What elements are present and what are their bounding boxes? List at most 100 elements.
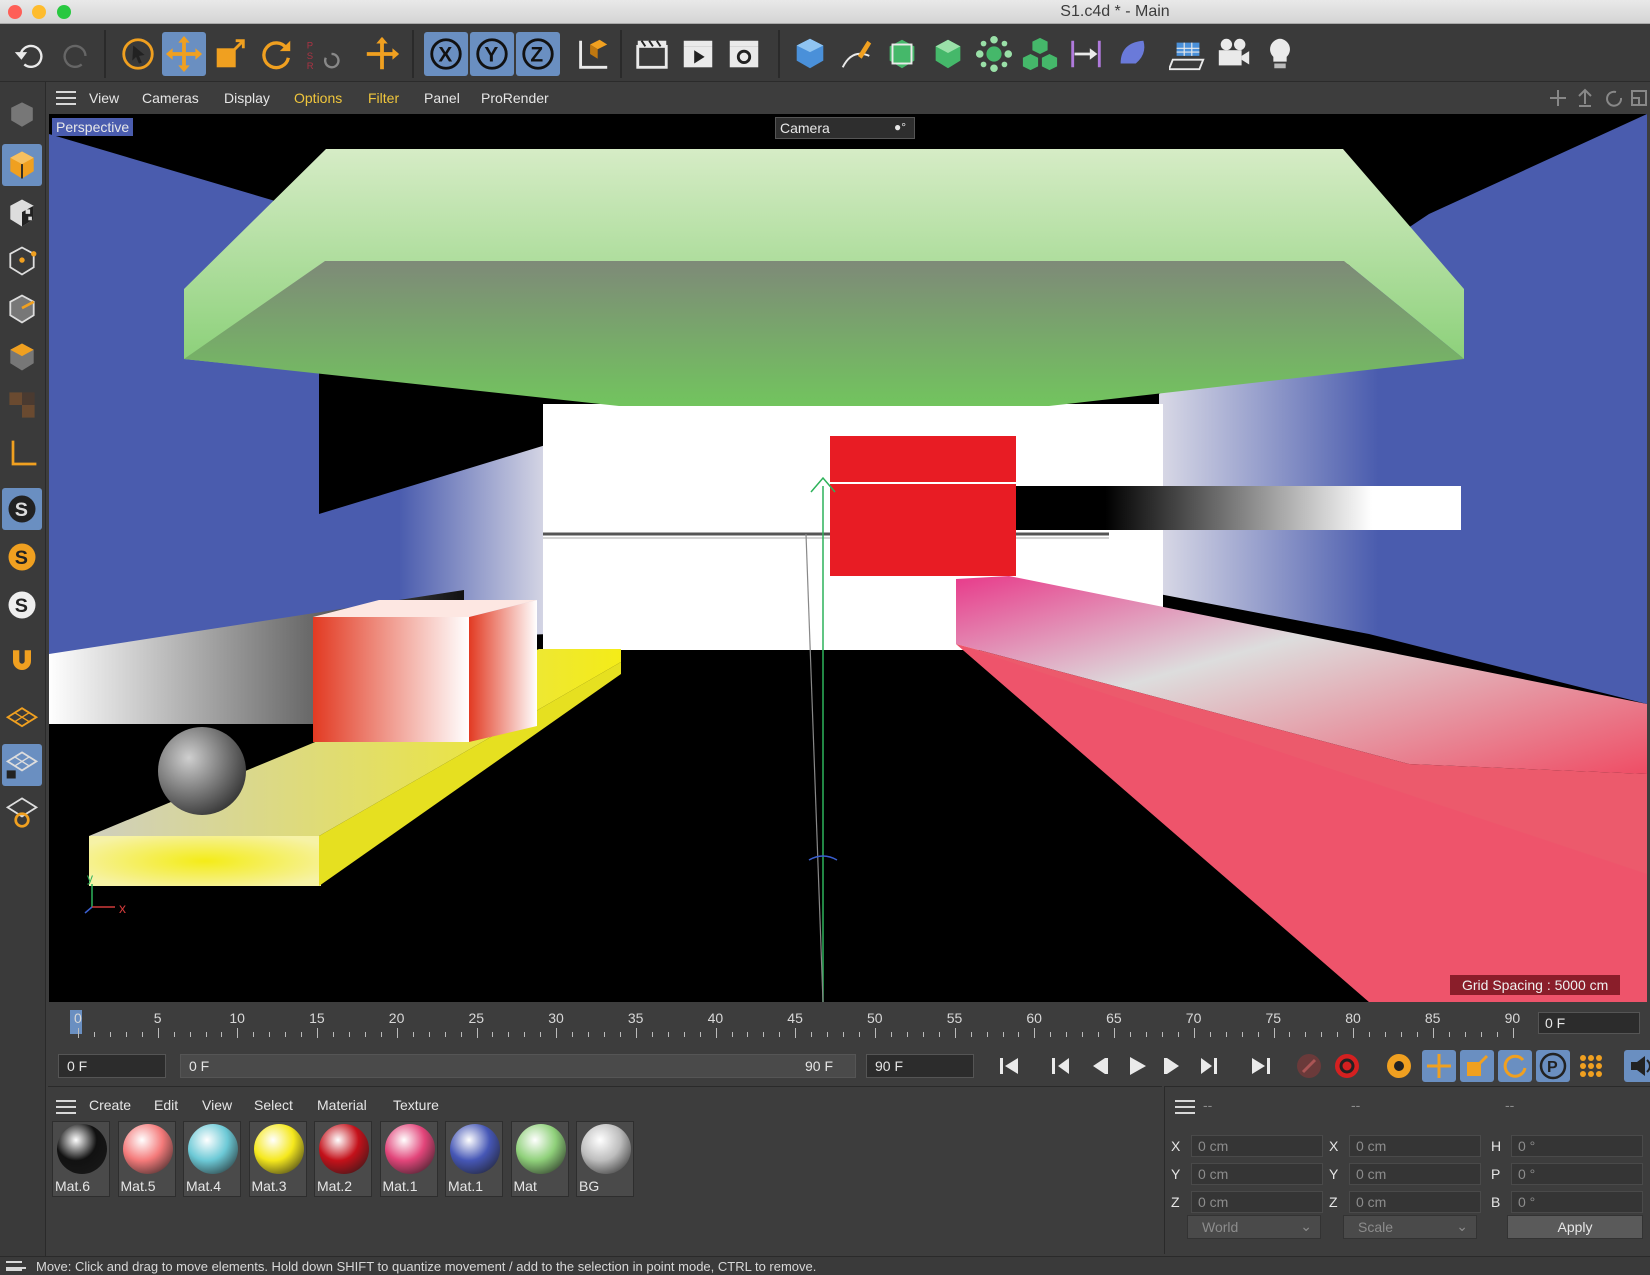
menu-options[interactable]: Options (294, 90, 342, 106)
menu-view[interactable]: View (89, 90, 119, 106)
end-frame-field[interactable]: 90 F (866, 1054, 974, 1078)
floor-icon[interactable] (1166, 32, 1210, 76)
view-mode-label[interactable]: Perspective (52, 118, 134, 136)
size-mode-dropdown[interactable]: Scale ⌄ (1343, 1215, 1477, 1239)
light-icon[interactable] (1258, 32, 1302, 76)
menu-display[interactable]: Display (224, 90, 270, 106)
coordinate-value-field[interactable]: 0 ° (1511, 1135, 1643, 1157)
render-region-icon[interactable] (630, 32, 674, 76)
apply-button[interactable]: Apply (1507, 1215, 1643, 1239)
snap-icon[interactable]: S (2, 488, 42, 530)
sound-icon[interactable] (1624, 1050, 1650, 1082)
menu-view-mat[interactable]: View (202, 1097, 232, 1113)
record-scale-icon[interactable] (1460, 1050, 1494, 1082)
coordinate-value-field[interactable]: 0 cm (1191, 1163, 1323, 1185)
record-parameter-icon[interactable]: P (1536, 1050, 1570, 1082)
z-axis-lock-button[interactable]: Z (516, 32, 560, 76)
edges-mode-icon[interactable] (2, 288, 42, 330)
material-swatch[interactable]: Mat (510, 1121, 569, 1197)
start-frame-field[interactable]: 0 F (58, 1054, 166, 1078)
coordinate-value-field[interactable]: 0 cm (1191, 1191, 1323, 1213)
uv-mode-icon[interactable] (2, 384, 42, 426)
autokey-icon[interactable] (1330, 1050, 1364, 1082)
polygons-mode-icon[interactable] (2, 336, 42, 378)
snap-settings-icon[interactable]: S (2, 536, 42, 578)
material-swatch[interactable]: Mat.3 (248, 1121, 307, 1197)
record-rotation-icon[interactable] (1498, 1050, 1532, 1082)
menu-texture[interactable]: Texture (393, 1097, 439, 1113)
menu-create[interactable]: Create (89, 1097, 131, 1113)
menu-cameras[interactable]: Cameras (142, 90, 199, 106)
menu-filter[interactable]: Filter (368, 90, 399, 106)
frame-range-slider[interactable]: 0 F 90 F (180, 1054, 856, 1078)
texture-mode-icon[interactable] (2, 192, 42, 234)
coordinate-value-field[interactable]: 0 ° (1511, 1163, 1643, 1185)
subdivision-icon[interactable] (880, 32, 924, 76)
coordinate-system-icon[interactable] (570, 32, 614, 76)
rotate-icon[interactable] (254, 32, 298, 76)
magnet-icon[interactable] (2, 640, 42, 682)
status-menu-icon[interactable] (6, 1261, 26, 1271)
material-swatch[interactable]: Mat.1 (445, 1121, 503, 1197)
coordinate-value-field[interactable]: 0 cm (1191, 1135, 1323, 1157)
psr-icon[interactable]: PSR (300, 32, 344, 76)
next-key-icon[interactable] (1192, 1050, 1226, 1082)
pen-icon[interactable] (834, 32, 878, 76)
current-frame-field[interactable]: 0 F (1538, 1012, 1640, 1034)
world-axis-icon[interactable] (360, 32, 404, 76)
play-icon[interactable] (1120, 1050, 1154, 1082)
undo-icon[interactable] (8, 32, 52, 76)
mograph-icon[interactable] (972, 32, 1016, 76)
next-frame-icon[interactable] (1156, 1050, 1190, 1082)
menu-select[interactable]: Select (254, 1097, 293, 1113)
material-swatch[interactable]: Mat.5 (117, 1121, 176, 1197)
camera-selector[interactable]: Camera ●° (775, 117, 915, 139)
field-icon[interactable] (1110, 32, 1154, 76)
viewport-menu-icon[interactable] (56, 91, 76, 105)
go-to-end-icon[interactable] (1244, 1050, 1278, 1082)
extrude-icon[interactable] (926, 32, 970, 76)
live-selection-icon[interactable] (116, 32, 160, 76)
x-axis-lock-button[interactable]: X (424, 32, 468, 76)
workplane-icon[interactable] (2, 698, 42, 740)
menu-material[interactable]: Material (317, 1097, 367, 1113)
scale-icon[interactable] (208, 32, 252, 76)
record-active-icon[interactable] (1292, 1050, 1326, 1082)
coordinate-value-field[interactable]: 0 cm (1349, 1135, 1481, 1157)
material-swatch[interactable]: Mat.1 (379, 1121, 438, 1197)
menu-panel[interactable]: Panel (424, 90, 460, 106)
make-editable-icon[interactable] (2, 94, 42, 136)
render-settings-icon[interactable] (722, 32, 766, 76)
render-view-icon[interactable] (676, 32, 720, 76)
move-icon[interactable] (162, 32, 206, 76)
previous-key-icon[interactable] (1044, 1050, 1078, 1082)
quantize-icon[interactable]: S (2, 584, 42, 626)
camera-link-icon[interactable]: ●° (894, 120, 906, 134)
menu-prorender[interactable]: ProRender (481, 90, 549, 106)
spline-icon[interactable] (1064, 32, 1108, 76)
coordinate-value-field[interactable]: 0 ° (1511, 1191, 1643, 1213)
coordinates-menu-icon[interactable] (1175, 1100, 1195, 1114)
locked-workplane-icon[interactable] (2, 744, 42, 786)
points-mode-icon[interactable] (2, 240, 42, 282)
coordinate-value-field[interactable]: 0 cm (1349, 1191, 1481, 1213)
redo-icon[interactable] (54, 32, 98, 76)
coordinate-space-dropdown[interactable]: World ⌄ (1187, 1215, 1321, 1239)
axis-mode-icon[interactable] (2, 434, 42, 476)
material-swatch[interactable]: Mat.2 (314, 1121, 372, 1197)
timeline-ruler[interactable]: 0 5 10 15 20 25 30 35 40 45 50 55 60 65 70 75 80 85 90 (48, 1004, 1650, 1044)
material-swatch[interactable]: Mat.4 (183, 1121, 241, 1197)
model-mode-icon[interactable] (2, 144, 42, 186)
record-position-icon[interactable] (1422, 1050, 1456, 1082)
coordinate-value-field[interactable]: 0 cm (1349, 1163, 1481, 1185)
cube-icon[interactable] (788, 32, 832, 76)
camera-icon[interactable] (1212, 32, 1256, 76)
y-axis-lock-button[interactable]: Y (470, 32, 514, 76)
keyframe-selection-icon[interactable] (1382, 1050, 1416, 1082)
deformer-icon[interactable] (1018, 32, 1062, 76)
perspective-viewport[interactable]: x y (49, 114, 1647, 1002)
previous-frame-icon[interactable] (1082, 1050, 1116, 1082)
menu-edit[interactable]: Edit (154, 1097, 178, 1113)
go-to-start-icon[interactable] (992, 1050, 1026, 1082)
material-swatch[interactable]: Mat.6 (52, 1121, 110, 1197)
